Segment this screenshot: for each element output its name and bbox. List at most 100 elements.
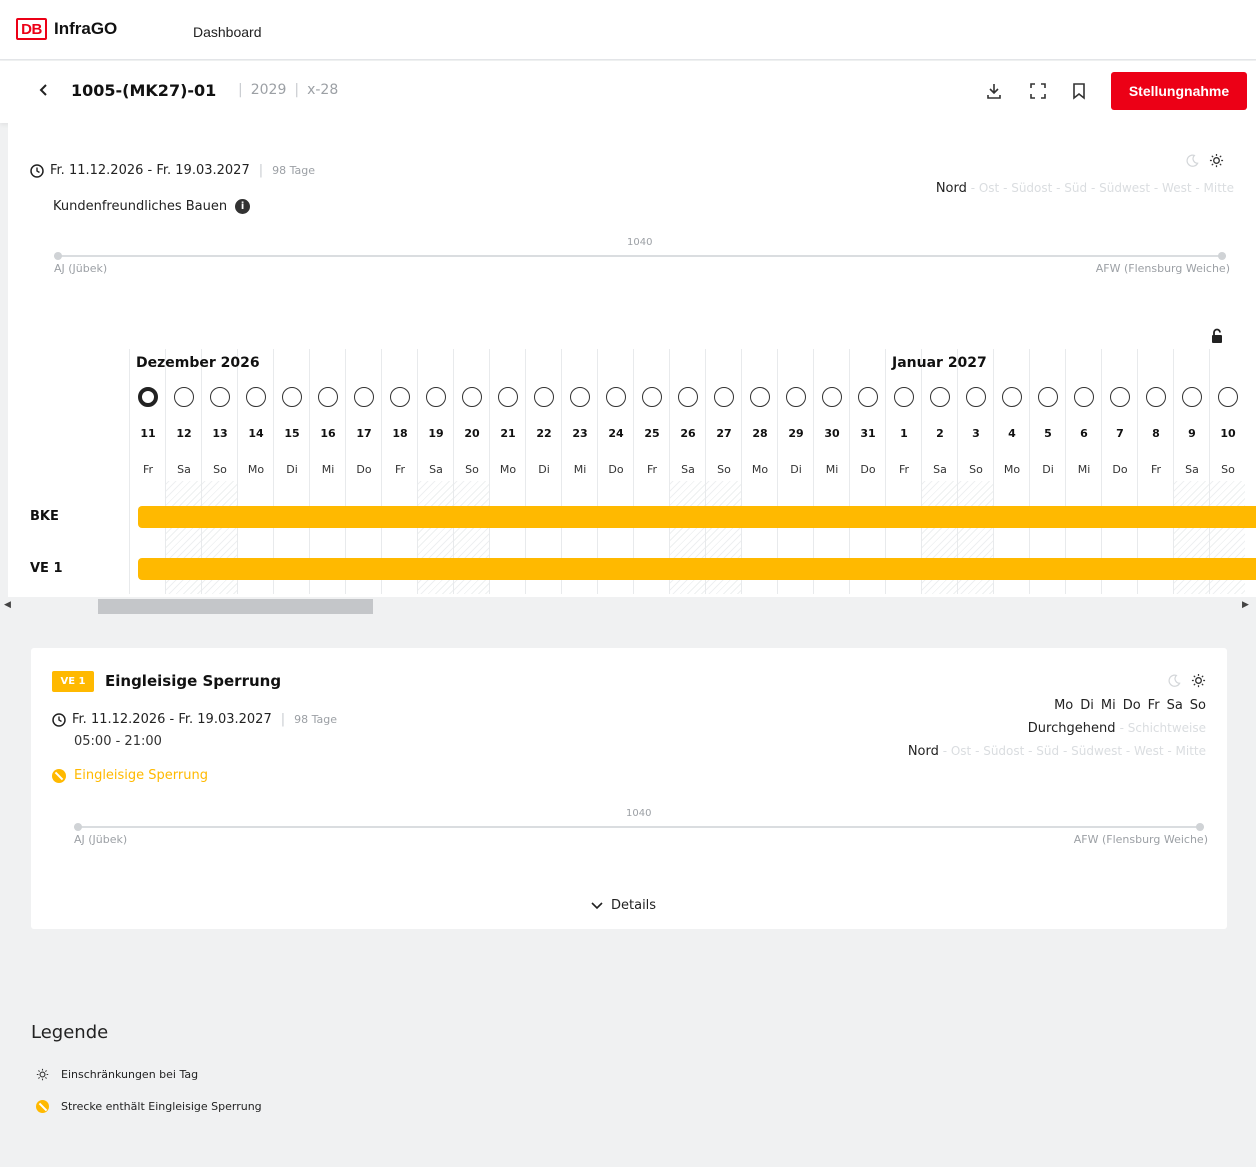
day-select-radio[interactable]: [354, 387, 374, 407]
day-name: Fr: [142, 463, 154, 476]
fullscreen-icon[interactable]: [1028, 81, 1048, 101]
day-select-radio[interactable]: [642, 387, 662, 407]
day-select-radio[interactable]: [534, 387, 554, 407]
day-name: Mo: [751, 463, 769, 476]
day-name: Do: [608, 463, 624, 476]
day-select-radio[interactable]: [894, 387, 914, 407]
sun-icon[interactable]: [1191, 673, 1206, 688]
day-name: Mi: [1077, 463, 1091, 476]
weekday-toggle[interactable]: Fr: [1148, 698, 1160, 713]
day-select-radio[interactable]: [1110, 387, 1130, 407]
route-line: [54, 255, 1226, 257]
db-logo-mark: DB: [16, 18, 47, 40]
day-select-radio[interactable]: [1146, 387, 1166, 407]
project-meta: | 2029 | x-28: [238, 82, 339, 98]
day-number: 14: [248, 427, 264, 440]
weekday-toggle[interactable]: Sa: [1167, 698, 1183, 713]
day-select-radio[interactable]: [1038, 387, 1058, 407]
day-select-radio[interactable]: [138, 387, 158, 407]
day-number: 4: [1008, 427, 1016, 440]
weekday-toggle[interactable]: Mi: [1101, 698, 1116, 713]
overview-date-range: Fr. 11.12.2026 - Fr. 19.03.2027: [50, 163, 250, 178]
directions-inactive[interactable]: - Ost - Südost - Süd - Südwest - West - …: [943, 744, 1206, 758]
day-select-radio[interactable]: [174, 387, 194, 407]
day-number: 5: [1044, 427, 1052, 440]
day-select-radio[interactable]: [1074, 387, 1094, 407]
nav-link-dashboard[interactable]: Dashboard: [193, 24, 262, 40]
overview-note-label: Kundenfreundliches Bauen: [53, 199, 228, 214]
weekday-toggle[interactable]: Di: [1080, 698, 1094, 713]
calendar-scrollbar[interactable]: ◀ ▶: [0, 597, 1256, 615]
route-end: AFW (Flensburg Weiche): [1073, 833, 1208, 846]
scroll-right-icon[interactable]: ▶: [1242, 600, 1249, 610]
weekday-toggle[interactable]: Do: [1123, 698, 1141, 713]
day-name: Fr: [1150, 463, 1162, 476]
day-select-radio[interactable]: [930, 387, 950, 407]
directions-inactive[interactable]: - Ost - Südost - Süd - Südwest - West - …: [971, 181, 1234, 195]
day-select-radio[interactable]: [462, 387, 482, 407]
single-track-icon: [52, 768, 66, 783]
day-select-radio[interactable]: [858, 387, 878, 407]
day-name: So: [465, 463, 479, 476]
chevron-down-icon[interactable]: [591, 901, 603, 910]
mode-inactive[interactable]: - Schichtweise: [1120, 721, 1206, 735]
legend-item-day: Einschränkungen bei Tag: [36, 1068, 198, 1081]
direction-active[interactable]: Nord: [936, 181, 967, 196]
day-select-radio[interactable]: [678, 387, 698, 407]
day-select-radio[interactable]: [1218, 387, 1238, 407]
day-number: 24: [608, 427, 624, 440]
app-logo[interactable]: DB InfraGO: [16, 18, 117, 40]
route-start: AJ (Jübek): [54, 262, 108, 275]
stellungnahme-button[interactable]: Stellungnahme: [1111, 72, 1247, 110]
day-select-radio[interactable]: [822, 387, 842, 407]
card-date-range: Fr. 11.12.2026 - Fr. 19.03.2027: [72, 712, 272, 727]
weekday-toggle[interactable]: So: [1190, 698, 1206, 713]
bookmark-icon[interactable]: [1069, 81, 1089, 101]
day-name: Do: [356, 463, 372, 476]
day-night-toggle[interactable]: [1186, 153, 1224, 168]
day-select-radio[interactable]: [246, 387, 266, 407]
day-select-radio[interactable]: [786, 387, 806, 407]
closure-bar[interactable]: [138, 506, 1256, 528]
day-name: Mi: [573, 463, 587, 476]
day-select-radio[interactable]: [498, 387, 518, 407]
day-name: So: [1221, 463, 1235, 476]
brand-name: InfraGO: [54, 19, 118, 38]
details-label[interactable]: Details: [611, 898, 656, 913]
weekday-toggle[interactable]: Mo: [1054, 698, 1073, 713]
day-select-radio[interactable]: [390, 387, 410, 407]
day-select-radio[interactable]: [606, 387, 626, 407]
day-select-radio[interactable]: [570, 387, 590, 407]
info-icon[interactable]: i: [235, 199, 251, 214]
day-number: 29: [788, 427, 804, 440]
scroll-left-icon[interactable]: ◀: [4, 600, 11, 610]
day-select-radio[interactable]: [966, 387, 986, 407]
day-number: 27: [716, 427, 732, 440]
top-navigation-bar: DB InfraGO Dashboard: [0, 0, 1256, 60]
direction-active[interactable]: Nord: [908, 744, 939, 759]
day-select-radio[interactable]: [318, 387, 338, 407]
card-directions: Nord - Ost - Südost - Süd - Südwest - We…: [908, 744, 1206, 759]
moon-icon[interactable]: [1168, 674, 1181, 687]
mode-active[interactable]: Durchgehend: [1028, 721, 1116, 736]
closure-bar[interactable]: [138, 558, 1256, 580]
day-select-radio[interactable]: [426, 387, 446, 407]
day-name: Sa: [681, 463, 695, 476]
day-select-radio[interactable]: [282, 387, 302, 407]
download-icon[interactable]: [984, 81, 1004, 101]
day-select-radio[interactable]: [1002, 387, 1022, 407]
details-toggle[interactable]: Details: [591, 898, 656, 913]
day-select-radio[interactable]: [1182, 387, 1202, 407]
project-id: 1005-(MK27)-01: [71, 81, 217, 100]
day-number: 28: [752, 427, 768, 440]
day-select-radio[interactable]: [210, 387, 230, 407]
card-day-night[interactable]: [1168, 673, 1206, 688]
back-icon[interactable]: [36, 79, 52, 101]
moon-icon[interactable]: [1186, 154, 1199, 167]
day-select-radio[interactable]: [750, 387, 770, 407]
lock-open-icon[interactable]: [1210, 328, 1224, 344]
sun-icon[interactable]: [1209, 153, 1224, 168]
day-name: Fr: [898, 463, 910, 476]
scrollbar-thumb[interactable]: [98, 599, 373, 614]
day-select-radio[interactable]: [714, 387, 734, 407]
